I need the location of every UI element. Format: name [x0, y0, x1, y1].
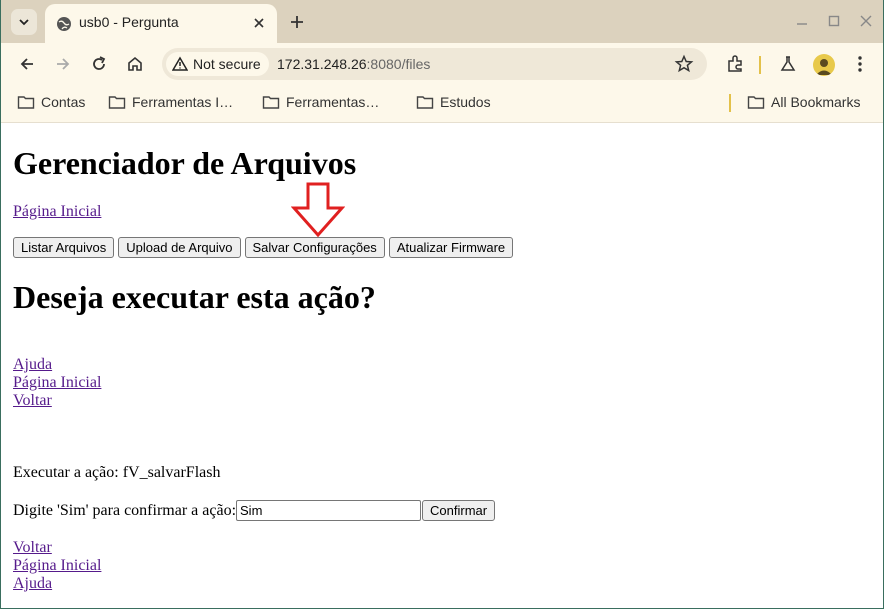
address-bar[interactable]: Not secure 172.31.248.26:8080/files: [162, 48, 707, 80]
bookmark-folder-ferramentas-1[interactable]: Ferramentas I…: [108, 94, 233, 110]
back-link-bottom[interactable]: Voltar: [13, 539, 52, 557]
person-icon: [816, 59, 832, 75]
minimize-icon[interactable]: [795, 14, 809, 28]
toolbar: Not secure 172.31.248.26:8080/files: [1, 43, 883, 86]
extensions-icon[interactable]: [725, 54, 745, 74]
home-link-top[interactable]: Página Inicial: [13, 203, 101, 221]
question-heading: Deseja executar esta ação?: [13, 279, 376, 315]
confirm-button[interactable]: Confirmar: [422, 500, 496, 521]
home-icon[interactable]: [125, 54, 145, 74]
maximize-icon[interactable]: [827, 14, 841, 28]
save-config-button[interactable]: Salvar Configurações: [244, 237, 385, 258]
page-title: Gerenciador de Arquivos: [13, 145, 357, 181]
url-text[interactable]: 172.31.248.26:8080/files: [277, 56, 430, 72]
confirm-input[interactable]: [236, 500, 422, 521]
confirm-prompt: Digite 'Sim' para confirmar a ação:: [13, 501, 237, 519]
help-link[interactable]: Ajuda: [13, 356, 52, 374]
menu-kebab-icon[interactable]: [850, 54, 870, 74]
confirm-form: Digite 'Sim' para confirmar a ação: Conf…: [13, 500, 496, 521]
bookmark-folder-contas[interactable]: Contas: [17, 94, 85, 110]
not-secure-label: Not secure: [193, 56, 261, 72]
annotation-arrow-down-icon: [291, 182, 345, 238]
back-icon[interactable]: [17, 54, 37, 74]
folder-icon: [747, 96, 765, 109]
globe-icon: [57, 17, 71, 31]
upload-file-button[interactable]: Upload de Arquivo: [118, 237, 241, 258]
folder-icon: [262, 96, 280, 109]
update-firmware-button[interactable]: Atualizar Firmware: [388, 237, 514, 258]
folder-icon: [416, 96, 434, 109]
tab-title: usb0 - Pergunta: [79, 14, 179, 30]
url-host: 172.31.248.26: [277, 56, 367, 72]
active-tab[interactable]: usb0 - Pergunta: [45, 4, 277, 43]
new-tab-icon[interactable]: [288, 13, 306, 31]
bookmarks-separator: [729, 94, 731, 112]
action-text: Executar a ação: fV_salvarFlash: [13, 464, 221, 481]
home-link[interactable]: Página Inicial: [13, 374, 101, 392]
bookmarks-bar: Contas Ferramentas I… Ferramentas… Estud…: [1, 86, 883, 123]
close-icon[interactable]: [251, 15, 267, 31]
help-link-bottom[interactable]: Ajuda: [13, 575, 52, 593]
tab-strip: usb0 - Pergunta: [1, 0, 883, 43]
forward-icon[interactable]: [53, 54, 73, 74]
all-bookmarks-button[interactable]: All Bookmarks: [747, 94, 860, 110]
toolbar-separator: [759, 56, 761, 74]
labs-flask-icon[interactable]: [778, 54, 798, 74]
url-path: :8080/files: [366, 56, 431, 72]
bookmark-star-icon[interactable]: [674, 54, 694, 74]
reload-icon[interactable]: [89, 54, 109, 74]
security-chip[interactable]: Not secure: [166, 52, 269, 76]
browser-window: usb0 - Pergunta Not secure 172.31.248.26…: [0, 0, 884, 609]
folder-icon: [17, 96, 35, 109]
bookmark-folder-ferramentas-2[interactable]: Ferramentas…: [262, 94, 379, 110]
warning-icon: [172, 56, 188, 71]
chevron-down-icon: [19, 19, 29, 26]
folder-icon: [108, 96, 126, 109]
action-buttons: Listar Arquivos Upload de Arquivo Salvar…: [13, 237, 514, 258]
bookmark-folder-estudos[interactable]: Estudos: [416, 94, 491, 110]
profile-avatar[interactable]: [813, 54, 835, 76]
back-link[interactable]: Voltar: [13, 392, 52, 410]
list-files-button[interactable]: Listar Arquivos: [13, 237, 115, 258]
window-close-icon[interactable]: [859, 14, 873, 28]
home-link-bottom[interactable]: Página Inicial: [13, 557, 101, 575]
tab-search-button[interactable]: [11, 9, 37, 35]
